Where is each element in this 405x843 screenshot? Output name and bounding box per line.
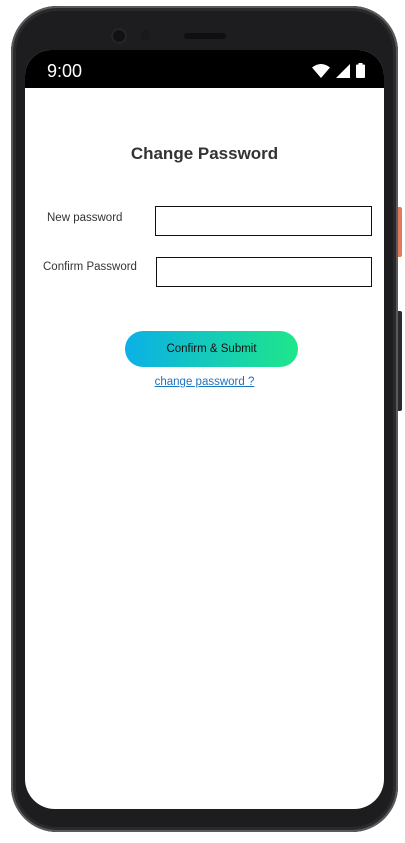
- app-screen: 9:00 Change Password New password Confir…: [25, 50, 384, 809]
- confirm-submit-button[interactable]: Confirm & Submit: [125, 331, 298, 367]
- sensor-icon: [140, 30, 150, 40]
- confirm-password-label: Confirm Password: [43, 261, 137, 273]
- cellular-signal-icon: [336, 63, 350, 78]
- wifi-icon: [312, 63, 330, 78]
- power-button: [398, 207, 402, 257]
- earpiece-speaker: [184, 33, 226, 39]
- volume-button: [398, 311, 402, 411]
- front-camera-icon: [111, 28, 127, 44]
- page-title: Change Password: [130, 144, 279, 163]
- confirm-password-input[interactable]: [156, 257, 372, 287]
- status-icons: [312, 63, 365, 78]
- status-bar: 9:00: [25, 50, 384, 88]
- new-password-label: New password: [47, 212, 123, 224]
- status-time: 9:00: [47, 61, 83, 81]
- battery-icon: [356, 63, 365, 78]
- change-password-link[interactable]: change password ?: [25, 376, 384, 388]
- new-password-input[interactable]: [155, 206, 372, 236]
